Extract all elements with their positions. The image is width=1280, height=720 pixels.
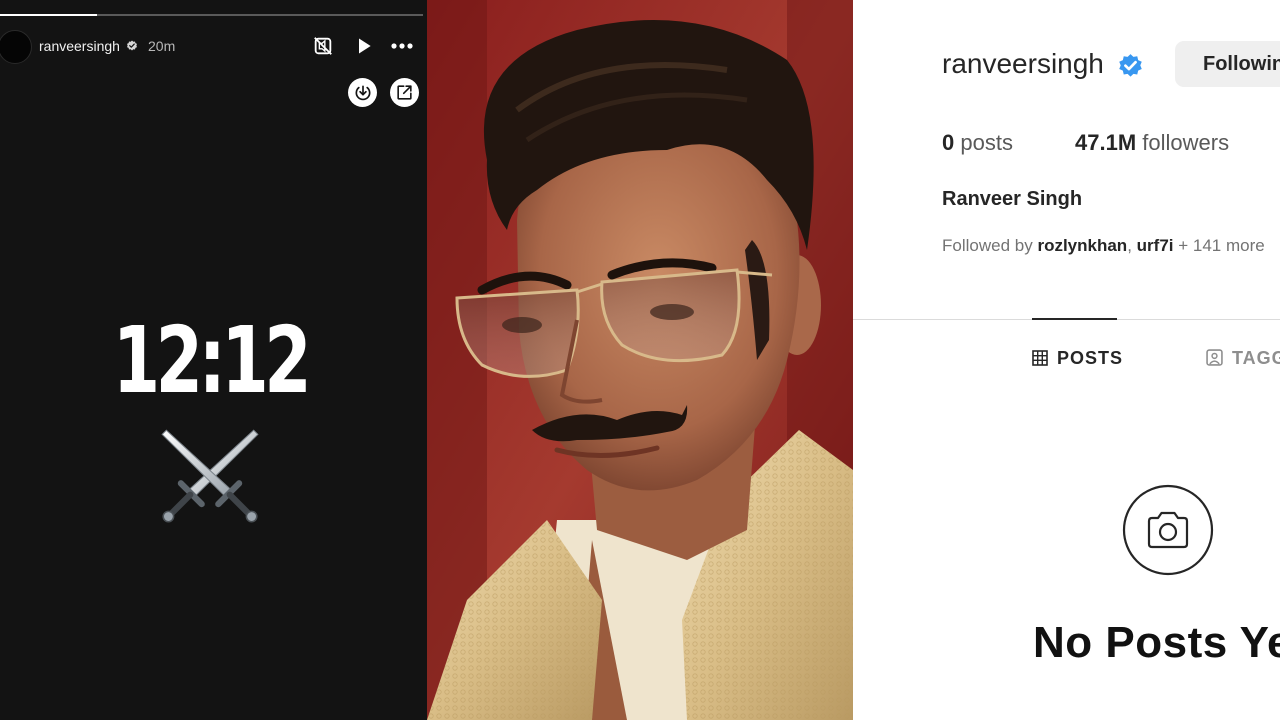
more-icon[interactable] — [389, 33, 415, 59]
tab-tagged-label: TAGGED — [1232, 348, 1280, 368]
followed-by-prefix: Followed by — [942, 236, 1033, 255]
followers-count-value: 47.1M — [1075, 130, 1137, 155]
verified-badge-icon — [127, 40, 137, 51]
following-button[interactable]: Following — [1175, 41, 1280, 87]
empty-state-title: No Posts Yet — [1033, 618, 1280, 667]
camera-icon — [1122, 484, 1214, 576]
followed-by-user-link[interactable]: urf7i — [1137, 236, 1174, 255]
grid-icon — [1032, 350, 1048, 366]
posts-count-value: 0 — [942, 130, 955, 155]
verified-badge-icon — [1119, 54, 1142, 77]
posts-count[interactable]: 0 posts — [942, 130, 1013, 156]
crossed-swords-icon — [161, 429, 259, 523]
story-time-text: 12:12 — [112, 307, 312, 414]
followed-by-user-link[interactable]: rozlynkhan — [1037, 236, 1127, 255]
story-progress-track — [0, 14, 423, 16]
story-avatar[interactable] — [0, 30, 32, 64]
profile-panel: ranveersingh Following 0 posts 47.1M fol… — [853, 0, 1280, 720]
story-viewer: ranveersingh 20m 12:12 — [0, 0, 427, 720]
tab-posts-label: POSTS — [1057, 348, 1124, 368]
story-username[interactable]: ranveersingh — [39, 38, 120, 54]
download-icon[interactable] — [348, 78, 377, 107]
followed-by-text: Followed by rozlynkhan, urf7i + 141 more — [942, 236, 1265, 256]
tab-posts[interactable]: POSTS — [1032, 348, 1123, 369]
followed-by-separator: , — [1127, 236, 1132, 255]
tagged-icon — [1206, 349, 1223, 366]
mute-off-icon[interactable] — [310, 33, 336, 59]
active-tab-indicator — [1032, 318, 1117, 320]
followed-by-more[interactable]: + 141 more — [1178, 236, 1264, 255]
profile-full-name: Ranveer Singh — [942, 188, 1083, 210]
posts-count-label: posts — [960, 130, 1013, 155]
followers-count[interactable]: 47.1M followers — [1075, 130, 1229, 156]
profile-username: ranveersingh — [942, 48, 1104, 79]
story-progress-fill — [0, 14, 98, 16]
followers-count-label: followers — [1142, 130, 1230, 155]
story-timestamp: 20m — [148, 38, 176, 54]
share-icon[interactable] — [390, 78, 419, 107]
play-icon[interactable] — [351, 33, 377, 59]
tab-tagged[interactable]: TAGGED — [1206, 348, 1280, 369]
portrait-photo — [427, 0, 853, 720]
